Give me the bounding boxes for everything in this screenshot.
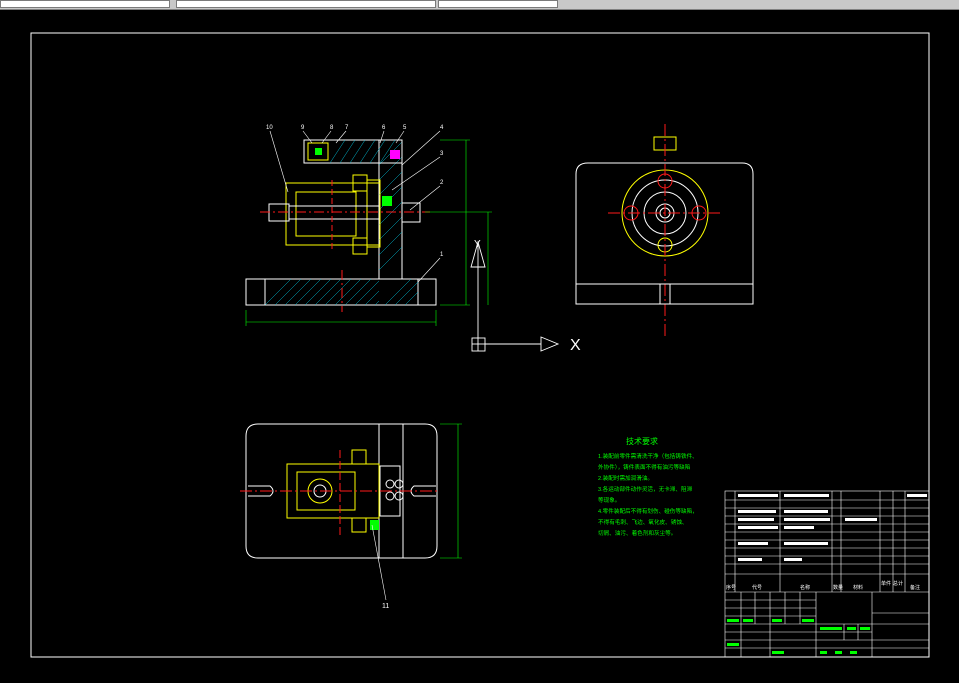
callout-1: 1	[440, 252, 444, 258]
base-plate-outline	[245, 278, 437, 306]
hdr-total: 总计	[893, 580, 903, 587]
toolbar-combo-1[interactable]	[0, 0, 170, 8]
front-view: 10 9 8 7 6 5 4 3 2 1	[245, 125, 492, 326]
toolbar-combo-3[interactable]	[438, 0, 558, 8]
hdr-index: 序号	[726, 584, 736, 591]
cad-drawing-canvas[interactable]: 10 9 8 7 6 5 4 3 2 1 X Y 11 技术要求 1.装配前零件…	[0, 10, 959, 683]
toolbar-combo-2[interactable]	[176, 0, 436, 8]
ucs-x-label: X	[570, 337, 581, 354]
front-dimensions	[245, 139, 492, 326]
callout-5: 5	[403, 125, 407, 131]
chuck-inner	[295, 191, 357, 237]
callout-8: 8	[330, 125, 334, 131]
tech-req-line-6: 4.零件装配后不得有划伤、碰伤等缺陷，	[598, 507, 698, 515]
parts-list-entries	[738, 494, 927, 561]
ucs-icon	[470, 240, 560, 352]
drawing-border	[30, 32, 930, 658]
tech-req-line-5: 等现象。	[598, 496, 620, 504]
top-dimensions	[440, 423, 462, 559]
parts-header-labels: 序号 代号 名称 数量 材料 单件 总计 备注	[726, 580, 920, 591]
callout-3: 3	[440, 151, 444, 157]
tech-req-line-1: 1.装配前零件需清洗干净（包括铸铁件、	[598, 452, 698, 460]
callout-7: 7	[345, 125, 349, 131]
clamp-marker	[390, 150, 400, 159]
callout-11: 11	[382, 603, 389, 610]
tech-req-line-7: 不得有毛刺、飞边、氧化皮、锈蚀、	[598, 518, 688, 526]
callout-9: 9	[301, 125, 305, 131]
callout-2: 2	[440, 180, 444, 186]
top-key	[370, 520, 379, 530]
hdr-qty: 数量	[833, 584, 843, 591]
jaw-bottom	[352, 237, 368, 255]
chuck-flange	[366, 179, 381, 248]
hdr-unit: 单件	[881, 580, 891, 587]
ucs-y-label: Y	[474, 239, 481, 250]
hdr-name: 名称	[800, 584, 810, 591]
hdr-material: 材料	[853, 584, 863, 591]
top-view: 11	[240, 423, 462, 610]
tech-req-line-4: 3.各运动部件动作灵活，无卡滞、阻滞	[598, 485, 693, 493]
application-toolbar-strip	[0, 0, 959, 10]
side-view	[575, 124, 754, 336]
clamp-pin	[315, 148, 322, 155]
callout-10: 10	[266, 125, 273, 131]
tech-requirements: 技术要求 1.装配前零件需清洗干净（包括铸铁件、 外协件），铸件表面不得有油污等…	[598, 436, 698, 537]
title-block	[724, 490, 930, 658]
hdr-code: 代号	[752, 584, 762, 591]
key-block	[382, 196, 392, 206]
tech-req-line-3: 2.装配时需加润滑油。	[598, 474, 653, 482]
base-hatch	[264, 139, 419, 306]
hdr-remark: 备注	[910, 584, 920, 591]
top-jaw	[351, 449, 367, 465]
tech-req-title: 技术要求	[626, 436, 658, 446]
tech-req-line-2: 外协件），铸件表面不得有油污等缺陷	[598, 463, 691, 471]
clamp-bar-hatch	[329, 139, 396, 164]
callout-6: 6	[382, 125, 386, 131]
tech-req-line-8: 切屑、油污、着色剂和灰尘等。	[598, 529, 676, 537]
callout-4: 4	[440, 125, 444, 131]
